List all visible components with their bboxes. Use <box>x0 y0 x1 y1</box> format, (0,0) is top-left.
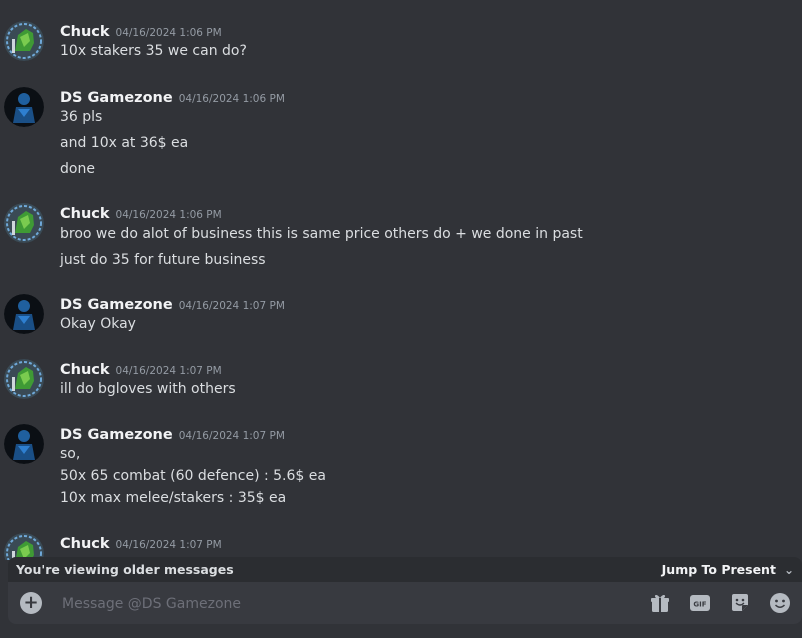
timestamp: 04/16/2024 1:06 PM <box>178 93 285 105</box>
message-header: Chuck 04/16/2024 1:06 PM <box>60 21 222 41</box>
message-text: 10x stakers 35 we can do? <box>60 43 247 59</box>
author-name[interactable]: Chuck <box>60 24 110 40</box>
avatar[interactable] <box>4 424 44 464</box>
avatar[interactable] <box>4 533 44 560</box>
timestamp: 04/16/2024 1:07 PM <box>178 300 285 312</box>
author-name[interactable]: Chuck <box>60 362 110 378</box>
message-text: just do 35 for future business <box>60 252 266 268</box>
message-input[interactable] <box>60 590 624 618</box>
avatar[interactable] <box>4 203 44 243</box>
author-name[interactable]: Chuck <box>60 206 110 222</box>
message-header: Chuck 04/16/2024 1:06 PM <box>60 203 222 223</box>
message-header: DS Gamezone 04/16/2024 1:07 PM <box>60 294 285 314</box>
avatar[interactable] <box>4 87 44 127</box>
chevron-down-icon: ⌄ <box>783 563 794 577</box>
jump-to-present-button[interactable]: Jump To Present ⌄ <box>662 562 794 577</box>
gif-icon[interactable]: GIF <box>689 592 711 614</box>
message-text: 50x 65 combat (60 defence) : 5.6$ ea <box>60 468 326 484</box>
message-composer: + GIF <box>8 582 802 624</box>
message-text: broo we do alot of business this is same… <box>60 226 583 242</box>
message-header: DS Gamezone 04/16/2024 1:07 PM <box>60 424 285 444</box>
message-list: Chuck 04/16/2024 1:06 PM 10x stakers 35 w… <box>0 0 802 560</box>
add-attachment-button[interactable]: + <box>20 592 42 614</box>
timestamp: 04/16/2024 1:07 PM <box>115 365 222 377</box>
timestamp: 04/16/2024 1:06 PM <box>115 27 222 39</box>
older-messages-text: You're viewing older messages <box>16 562 234 577</box>
message-text: Okay Okay <box>60 316 136 332</box>
svg-text:GIF: GIF <box>693 601 706 609</box>
timestamp: 04/16/2024 1:07 PM <box>178 430 285 442</box>
message-header: DS Gamezone 04/16/2024 1:06 PM <box>60 87 285 107</box>
plus-icon: + <box>23 592 39 613</box>
message-header: Chuck 04/16/2024 1:07 PM <box>60 533 222 553</box>
avatar[interactable] <box>4 294 44 334</box>
avatar[interactable] <box>4 21 44 61</box>
sticker-icon[interactable] <box>729 592 751 614</box>
author-name[interactable]: Chuck <box>60 536 110 552</box>
author-name[interactable]: DS Gamezone <box>60 297 173 313</box>
message-text: 10x max melee/stakers : 35$ ea <box>60 490 287 506</box>
emoji-icon[interactable] <box>769 592 791 614</box>
older-messages-bar: You're viewing older messages Jump To Pr… <box>8 557 802 582</box>
message-text: so, <box>60 446 81 462</box>
message-text: and 10x at 36$ ea <box>60 135 189 151</box>
message-header: Chuck 04/16/2024 1:07 PM <box>60 359 222 379</box>
message-text: ill do bgloves with others <box>60 381 236 397</box>
message-text: 36 pls <box>60 109 103 125</box>
author-name[interactable]: DS Gamezone <box>60 90 173 106</box>
jump-to-present-label: Jump To Present <box>661 562 776 577</box>
timestamp: 04/16/2024 1:07 PM <box>115 539 222 551</box>
message-text: done <box>60 161 95 177</box>
author-name[interactable]: DS Gamezone <box>60 427 173 443</box>
timestamp: 04/16/2024 1:06 PM <box>115 209 222 221</box>
avatar[interactable] <box>4 359 44 399</box>
gift-icon[interactable] <box>649 592 671 614</box>
